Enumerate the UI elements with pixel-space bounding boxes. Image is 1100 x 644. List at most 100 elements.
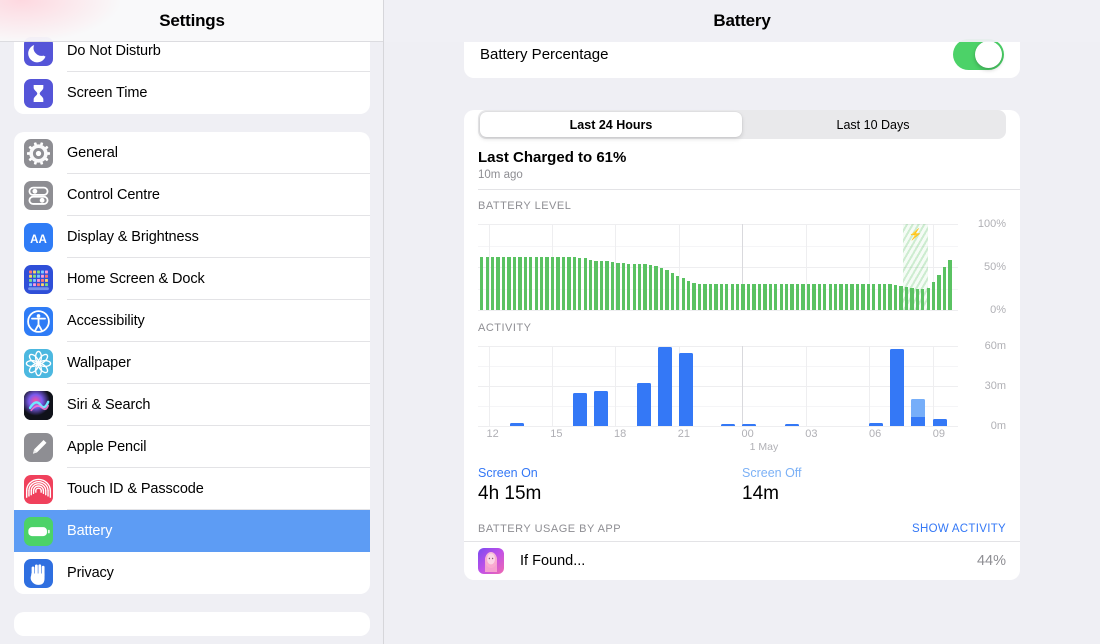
battery-level-bar	[942, 267, 947, 310]
screen-off-block[interactable]: Screen Off 14m	[742, 466, 1006, 505]
sidebar-item-control-centre[interactable]: Control Centre	[14, 174, 370, 216]
battery-level-bar	[899, 285, 903, 310]
screen-on-block[interactable]: Screen On 4h 15m	[478, 466, 742, 505]
sidebar-item-privacy[interactable]: Privacy	[14, 552, 370, 594]
battery-level-bar	[741, 284, 745, 310]
last-charged-subtitle: 10m ago	[478, 169, 523, 181]
battery-percentage-toggle[interactable]	[953, 38, 1004, 70]
grid-line-minor	[478, 245, 958, 247]
sidebar-item-siri-search[interactable]: Siri & Search	[14, 384, 370, 426]
battery-level-bar	[948, 260, 952, 310]
grid-line-vertical	[488, 346, 490, 426]
x-axis-tick-label: 03	[805, 428, 818, 440]
battery-level-bar	[861, 284, 865, 310]
battery-level-bar	[572, 256, 577, 310]
app-usage-row[interactable]: If Found... 44%	[464, 541, 1020, 580]
battery-level-bar	[904, 286, 909, 310]
battery-level-bar	[561, 256, 566, 310]
time-range-segmented-control[interactable]: Last 24 Hours Last 10 Days	[478, 110, 1006, 139]
y-axis-tick-label: 100%	[977, 218, 1006, 230]
battery-level-bar	[621, 262, 626, 310]
sidebar-item-wallpaper[interactable]: Wallpaper	[14, 342, 370, 384]
main-header: Battery	[384, 0, 1100, 42]
battery-level-chart[interactable]: ⚡ 100% 50% 0%	[478, 218, 1006, 316]
battery-level-bar	[578, 257, 582, 310]
battery-icon	[24, 516, 53, 546]
sidebar-header: Settings	[0, 0, 383, 42]
activity-bar-screen-on	[573, 392, 588, 426]
y-axis-tick-label: 30m	[984, 380, 1006, 392]
activity-chart[interactable]: 60m 30m 0m	[478, 340, 1006, 432]
activity-bar-screen-on	[932, 419, 947, 426]
battery-level-bar	[779, 284, 783, 310]
settings-sidebar: Do Not Disturb Screen Time General Control…	[0, 0, 384, 644]
battery-level-bar	[480, 256, 484, 310]
battery-level-bar	[882, 284, 887, 310]
y-axis-tick-label: 60m	[984, 340, 1006, 352]
sidebar-item-label: Do Not Disturb	[67, 43, 161, 59]
svg-text:AA: AA	[30, 232, 47, 245]
battery-level-bar	[812, 284, 816, 310]
battery-level-bar	[665, 270, 669, 310]
app-battery-percent: 44%	[976, 553, 1006, 569]
battery-level-bar	[714, 284, 718, 310]
sidebar-item-label: Display & Brightness	[67, 229, 199, 245]
aa-icon: AA	[24, 222, 53, 252]
sidebar-item-accessibility[interactable]: Accessibility	[14, 300, 370, 342]
battery-level-bar	[681, 278, 685, 310]
battery-level-bar	[670, 273, 675, 310]
battery-level-bar	[708, 284, 713, 310]
ipad-settings-screen: Do Not Disturb Screen Time General Control…	[0, 0, 1100, 644]
sidebar-item-home-screen-dock[interactable]: Home Screen & Dock	[14, 258, 370, 300]
battery-level-bar	[550, 256, 555, 310]
battery-level-bar	[719, 284, 724, 310]
sidebar-item-screen-time[interactable]: Screen Time	[14, 72, 370, 114]
x-axis-tick-label: 12	[486, 428, 499, 440]
day-divider	[742, 346, 744, 426]
battery-level-bar	[686, 280, 691, 310]
sidebar-item-label: Siri & Search	[67, 397, 151, 413]
app-name: If Found...	[520, 553, 586, 569]
battery-level-bar	[648, 265, 653, 310]
segment-last-10-days[interactable]: Last 10 Days	[742, 112, 1004, 137]
grid-line	[478, 224, 958, 225]
sidebar-item-label: Battery	[67, 523, 113, 539]
battery-level-bar	[556, 256, 560, 310]
y-axis-tick-label: 50%	[983, 261, 1006, 273]
main-scroll-area[interactable]: Battery Percentage Last 24 Hours Last 10…	[384, 0, 1100, 644]
battery-level-bar	[676, 275, 680, 310]
sidebar-title: Settings	[159, 10, 225, 30]
sidebar-item-display-brightness[interactable]: AA Display & Brightness	[14, 216, 370, 258]
battery-level-bar	[844, 284, 849, 310]
bolt-icon: ⚡	[908, 229, 923, 241]
sidebar-scroll-area[interactable]: Do Not Disturb Screen Time General Control…	[0, 0, 383, 644]
screen-off-value: 14m	[742, 483, 779, 504]
gear-icon	[24, 138, 53, 168]
battery-level-bar	[540, 256, 544, 310]
activity-bar-screen-off	[911, 399, 926, 417]
battery-level-bar	[485, 256, 489, 310]
segment-last-24-hours[interactable]: Last 24 Hours	[480, 112, 742, 137]
screen-off-label: Screen Off	[742, 466, 802, 480]
battery-level-bar	[746, 284, 751, 310]
sidebar-item-touch-id-passcode[interactable]: Touch ID & Passcode	[14, 468, 370, 510]
sidebar-item-apple-pencil[interactable]: Apple Pencil	[14, 426, 370, 468]
sidebar-item-label: Accessibility	[67, 313, 145, 329]
battery-detail-panel: Battery Percentage Last 24 Hours Last 10…	[384, 0, 1100, 644]
sidebar-item-general[interactable]: General	[14, 132, 370, 174]
battery-level-bar	[567, 256, 571, 310]
battery-level-bar	[589, 260, 593, 310]
x-axis-tick-label: 00	[741, 428, 754, 440]
show-activity-button[interactable]: SHOW ACTIVITY	[912, 523, 1006, 535]
activity-chart-block: ACTIVITY 60m 30m 0m 12 15 18 21 00 03 06 09 1 May	[464, 310, 1020, 454]
battery-level-bar	[910, 287, 914, 310]
battery-level-bar	[632, 263, 636, 310]
x-axis-tick-label: 21	[677, 428, 691, 440]
last-charged-block: Last Charged to 61% 10m ago	[464, 139, 1020, 189]
sidebar-item-battery[interactable]: Battery	[14, 510, 370, 552]
battery-level-bar	[915, 288, 920, 310]
battery-level-chart-block: BATTERY LEVEL ⚡ 100% 50% 0%	[464, 190, 1020, 316]
activity-bar-screen-on	[594, 391, 609, 426]
activity-bar-screen-on	[678, 352, 693, 426]
grid-line-vertical	[869, 346, 871, 426]
